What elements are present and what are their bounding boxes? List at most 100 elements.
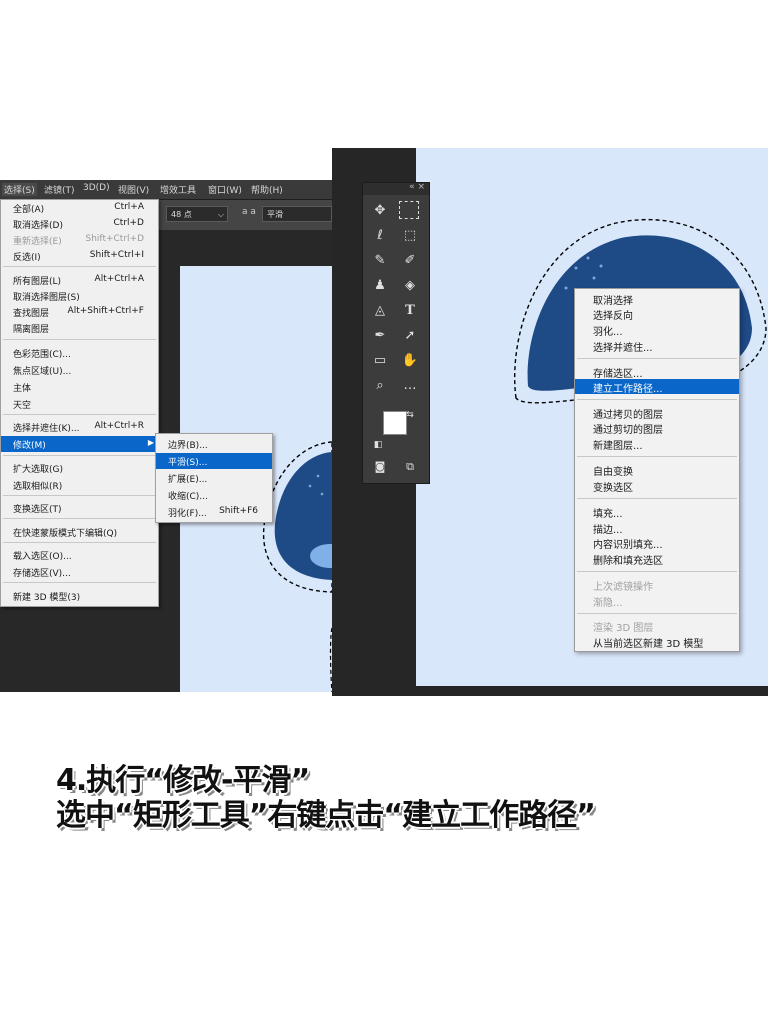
menu-plugins[interactable]: 增效工具: [160, 183, 196, 196]
anti-alias-icon: a a: [242, 207, 256, 217]
stamp-tool-icon[interactable]: ♟: [369, 276, 391, 296]
submenu-arrow-icon: ▶: [147, 438, 154, 447]
context-menu: 取消选择 选择反向 羽化... 选择并遮住... 存储选区... 建立工作路径.…: [574, 288, 740, 652]
menu-item-color-range[interactable]: 色彩范围(C)...: [1, 345, 158, 361]
more-tools-icon[interactable]: …: [399, 376, 421, 396]
path-select-tool-icon[interactable]: ➚: [399, 326, 421, 346]
collapse-icon[interactable]: « ×: [409, 182, 425, 192]
ctx-item-new-3d-model-from-selection[interactable]: 从当前选区新建 3D 模型: [575, 634, 739, 650]
ctx-item-make-work-path[interactable]: 建立工作路径...: [575, 379, 739, 395]
rectangle-tool-icon[interactable]: ▭: [369, 351, 391, 371]
lasso-tool-icon[interactable]: ℓ: [369, 226, 391, 246]
hand-tool-icon[interactable]: ✋: [399, 351, 421, 371]
menu-separator: [3, 266, 156, 267]
paint-bucket-tool-icon[interactable]: ◬: [369, 301, 391, 321]
ctx-item-select-and-mask[interactable]: 选择并遮住...: [575, 338, 739, 354]
object-select-tool-icon[interactable]: ⬚: [399, 226, 421, 246]
font-size-value: 48 点: [171, 210, 192, 219]
submenu-item-expand[interactable]: 扩展(E)...: [156, 470, 272, 486]
submenu-item-border[interactable]: 边界(B)...: [156, 436, 272, 452]
tools-panel: « × ✥ ℓ ⬚ ✎ ✐ ♟ ◈ ◬ T ✒ ➚ ▭ ✋ ⌕ … ⇆ ◧ ◙ …: [362, 182, 430, 484]
ctx-item-new-layer[interactable]: 新建图层...: [575, 436, 739, 452]
eraser-tool-icon[interactable]: ◈: [399, 276, 421, 296]
menu-filter[interactable]: 滤镜(T): [44, 183, 75, 196]
menu-3d[interactable]: 3D(D): [83, 183, 110, 193]
menu-item-inverse[interactable]: 反选(I) Shift+Ctrl+I: [1, 248, 158, 264]
menu-separator: [577, 456, 737, 457]
ctx-item-deselect[interactable]: 取消选择: [575, 291, 739, 307]
menu-view[interactable]: 视图(V): [118, 183, 149, 196]
menu-item-deselect-layers[interactable]: 取消选择图层(S): [1, 288, 158, 304]
ctx-item-select-inverse[interactable]: 选择反向: [575, 306, 739, 322]
ctx-item-layer-via-copy[interactable]: 通过拷贝的图层: [575, 405, 739, 421]
default-colors-icon[interactable]: ◧: [371, 435, 385, 455]
menu-separator: [3, 455, 156, 456]
menu-item-save-selection[interactable]: 存储选区(V)...: [1, 564, 158, 580]
chevron-down-icon: ⌵: [217, 210, 224, 219]
menu-separator: [3, 414, 156, 415]
submenu-item-feather[interactable]: 羽化(F)... Shift+F6: [156, 504, 272, 520]
swap-colors-icon[interactable]: ⇆: [403, 405, 417, 425]
ctx-item-last-filter: 上次滤镜操作: [593, 582, 653, 593]
select-dropdown-menu: 全部(A) Ctrl+A 取消选择(D) Ctrl+D 重新选择(E) Shift+C…: [0, 199, 159, 607]
ctx-item-fade: 渐隐...: [593, 598, 623, 609]
menu-separator: [577, 358, 737, 359]
marquee-tool-icon[interactable]: [399, 201, 419, 219]
ctx-item-feather[interactable]: 羽化...: [575, 322, 739, 338]
menu-window[interactable]: 窗口(W): [208, 183, 242, 196]
ctx-item-delete-and-fill[interactable]: 删除和填充选区: [575, 551, 739, 567]
ctx-item-content-aware-fill[interactable]: 内容识别填充...: [575, 535, 739, 551]
menu-item-load-selection[interactable]: 载入选区(O)...: [1, 547, 158, 563]
menu-item-sky[interactable]: 天空: [1, 396, 158, 412]
ctx-item-save-selection[interactable]: 存储选区...: [575, 364, 739, 380]
screen-mode-icon[interactable]: ⧉: [399, 457, 421, 477]
anti-alias-value: 平滑: [267, 210, 283, 219]
ctx-item-render-3d-layer: 渲染 3D 图层: [593, 623, 654, 634]
menu-separator: [577, 399, 737, 400]
ctx-item-layer-via-cut[interactable]: 通过剪切的图层: [575, 420, 739, 436]
menu-item-modify[interactable]: 修改(M) ▶: [1, 436, 158, 452]
anti-alias-select[interactable]: 平滑: [262, 206, 332, 222]
menu-help[interactable]: 帮助(H): [251, 183, 283, 196]
submenu-item-contract[interactable]: 收缩(C)...: [156, 487, 272, 503]
menu-item-transform-selection[interactable]: 变换选区(T): [1, 500, 158, 516]
menu-separator: [3, 495, 156, 496]
font-size-field[interactable]: 48 点 ⌵: [166, 206, 228, 222]
brush-tool-icon[interactable]: ✐: [399, 251, 421, 271]
menu-separator: [577, 613, 737, 614]
modify-submenu: 边界(B)... 平滑(S)... 扩展(E)... 收缩(C)... 羽化(F…: [155, 433, 273, 523]
zoom-tool-icon[interactable]: ⌕: [369, 376, 391, 396]
pen-tool-icon[interactable]: ✒: [369, 326, 391, 346]
menu-item-similar[interactable]: 选取相似(R): [1, 477, 158, 493]
right-screenshot-panel: « × ✥ ℓ ⬚ ✎ ✐ ♟ ◈ ◬ T ✒ ➚ ▭ ✋ ⌕ … ⇆ ◧ ◙ …: [332, 148, 768, 696]
panel-header: « ×: [363, 182, 429, 195]
submenu-item-smooth[interactable]: 平滑(S)...: [156, 453, 272, 469]
ctx-item-stroke[interactable]: 描边...: [575, 520, 739, 536]
menu-item-subject[interactable]: 主体: [1, 379, 158, 395]
menu-separator: [3, 582, 156, 583]
menu-item-select-and-mask[interactable]: 选择并遮住(K)... Alt+Ctrl+R: [1, 419, 158, 435]
options-bar: 48 点 ⌵ a a 平滑: [158, 200, 332, 230]
eyedropper-tool-icon[interactable]: ✎: [369, 251, 391, 271]
menu-item-find-layers[interactable]: 查找图层 Alt+Shift+Ctrl+F: [1, 304, 158, 320]
ctx-item-free-transform[interactable]: 自由变换: [575, 462, 739, 478]
menu-select[interactable]: 选择(S): [2, 183, 37, 196]
type-tool-icon[interactable]: T: [399, 301, 421, 321]
quick-mask-icon[interactable]: ◙: [369, 457, 391, 477]
menu-item-quick-mask[interactable]: 在快速蒙版模式下编辑(Q): [1, 524, 158, 540]
move-tool-icon[interactable]: ✥: [369, 201, 391, 221]
menu-item-all[interactable]: 全部(A) Ctrl+A: [1, 200, 158, 216]
menu-item-all-layers[interactable]: 所有图层(L) Alt+Ctrl+A: [1, 272, 158, 288]
menu-separator: [3, 339, 156, 340]
menu-item-focus-area[interactable]: 焦点区域(U)...: [1, 362, 158, 378]
menu-separator: [3, 518, 156, 519]
menu-item-grow[interactable]: 扩大选取(G): [1, 460, 158, 476]
ctx-item-fill[interactable]: 填充...: [575, 504, 739, 520]
menu-item-new-3d-model[interactable]: 新建 3D 模型(3): [1, 588, 158, 604]
menu-separator: [3, 542, 156, 543]
menu-item-deselect[interactable]: 取消选择(D) Ctrl+D: [1, 216, 158, 232]
left-screenshot-panel: 选择(S) 滤镜(T) 3D(D) 视图(V) 增效工具 窗口(W) 帮助(H)…: [0, 180, 332, 692]
menu-item-isolate-layers[interactable]: 隔离图层: [1, 320, 158, 336]
menu-separator: [577, 498, 737, 499]
ctx-item-transform-selection[interactable]: 变换选区: [575, 478, 739, 494]
